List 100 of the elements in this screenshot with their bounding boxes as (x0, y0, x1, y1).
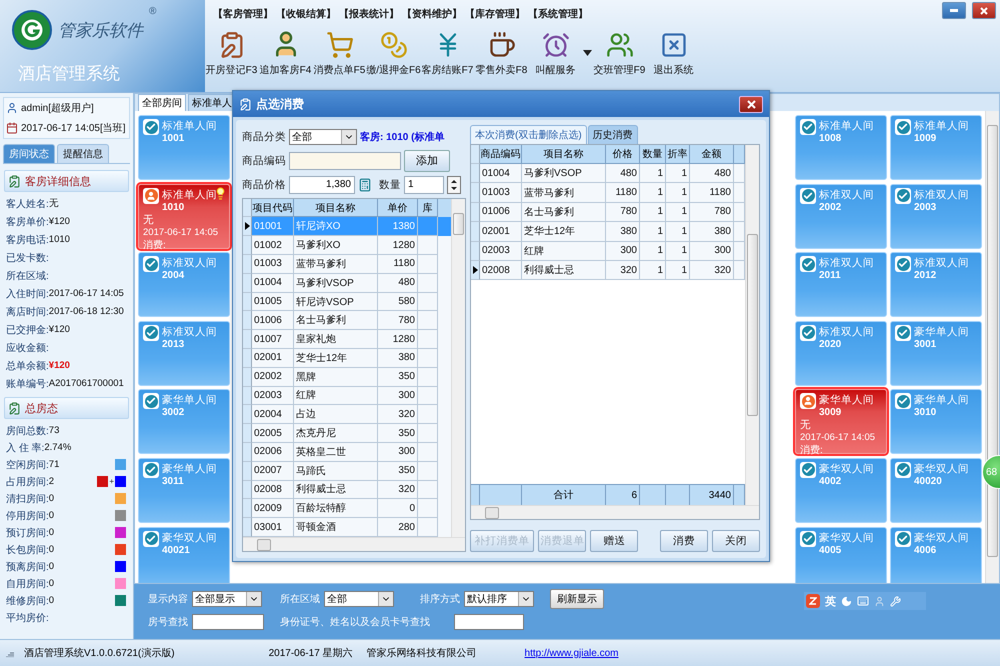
check-icon (143, 530, 159, 547)
menu-item[interactable]: 【系统管理】 (528, 7, 588, 23)
room-type: 豪华单人间 (914, 393, 969, 408)
toolbar-button[interactable]: 缴/退押金F6 (367, 31, 420, 77)
check-icon (895, 393, 911, 410)
table-row[interactable]: 03001 哥顿金酒 280 (243, 518, 451, 537)
table-row[interactable]: 01004 马爹利VSOP 480 1 1 480 (471, 164, 745, 184)
table-row[interactable]: 02007 马蹄氏 350 (243, 462, 451, 481)
add-button[interactable]: 添加 (404, 150, 450, 172)
price-field[interactable]: 1,380 (289, 176, 355, 194)
scrollbar[interactable] (745, 145, 759, 505)
toolbar-button[interactable]: 交班管理F9 (593, 31, 646, 77)
dialog-button[interactable]: 消费 (660, 530, 708, 552)
table-row[interactable]: 02008 利得威士忌 320 1 1 320 (471, 260, 745, 280)
website-link[interactable]: http://www.gjiale.com (524, 648, 618, 658)
tab[interactable]: 提醒信息 (57, 144, 109, 163)
toolbar-button[interactable]: 退出系统 (647, 31, 700, 77)
sort-select[interactable]: 默认排序 (464, 591, 534, 607)
info-value: 2017-06-18 12:30 (48, 306, 124, 317)
toolbar-button[interactable]: 零售外卖F8 (475, 31, 528, 77)
table-row[interactable]: 01004 马爹利VSOP 480 (243, 274, 451, 293)
toolbar-button[interactable]: 消费点单F5 (313, 31, 366, 77)
menu-item[interactable]: 【库存管理】 (465, 7, 525, 23)
room-card[interactable]: 标准单人间 1010 无 2017-06-17 14:05 消费: (138, 184, 230, 249)
room-type: 标准单人间 (162, 119, 217, 133)
scrollbar[interactable] (471, 505, 759, 519)
info-value: ¥120 (48, 216, 70, 227)
scrollbar[interactable] (243, 537, 465, 551)
info-value: A2017061700001 (48, 378, 124, 389)
calendar-icon (6, 122, 18, 134)
table-row[interactable]: 02009 百龄坛特醇 0 (243, 499, 451, 518)
room-number: 3001 (914, 338, 938, 350)
close-button[interactable] (972, 2, 996, 19)
minimize-button[interactable] (942, 2, 966, 19)
room-search-field[interactable] (192, 614, 264, 630)
clipboard-icon (8, 174, 21, 188)
dialog-button[interactable]: 关闭 (712, 530, 760, 552)
table-row[interactable]: 02005 杰克丹尼 350 (243, 424, 451, 443)
scrollbar[interactable] (985, 111, 999, 583)
close-button[interactable] (739, 96, 763, 112)
check-icon (800, 530, 816, 547)
id-search-field[interactable] (454, 614, 524, 630)
table-row[interactable]: 02004 占边 320 (243, 405, 451, 424)
table-row[interactable]: 02006 英格皇二世 300 (243, 442, 451, 462)
menu-item[interactable]: 【客房管理】 (213, 7, 273, 23)
menu-item[interactable]: 【收银结算】 (276, 7, 336, 23)
spinner-icon[interactable] (447, 176, 461, 194)
toolbar-button[interactable]: 追加客房F4 (259, 29, 312, 77)
room-number: 40021 (162, 544, 191, 556)
table-row[interactable]: 01003 蓝带马爹利 1180 1 1 1180 (471, 183, 745, 203)
table-row[interactable]: 01002 马爹利XO 1280 (243, 236, 451, 256)
table-row[interactable]: 02008 利得威士忌 320 (243, 480, 451, 500)
quantity-field[interactable]: 1 (404, 176, 444, 194)
table-row[interactable]: 01005 轩尼诗VSOP 580 (243, 292, 451, 312)
area-select[interactable]: 全部 (324, 591, 394, 607)
room-number: 2011 (819, 270, 842, 282)
dialog-button[interactable]: 赠送 (590, 530, 638, 552)
category-select[interactable]: 全部 (289, 128, 357, 144)
tab[interactable]: 本次消费(双击删除点选) (470, 125, 587, 144)
info-value: 71 (48, 459, 60, 470)
table-row[interactable]: 02001 芝华士12年 380 (243, 349, 451, 368)
toolbar-button[interactable]: 开房登记F3 (205, 31, 258, 77)
menu-item[interactable]: 【报表统计】 (339, 7, 399, 23)
caret-icon[interactable] (583, 50, 592, 56)
table-row[interactable]: 02001 芝华士12年 380 1 1 380 (471, 222, 745, 242)
settings-icon[interactable] (890, 596, 901, 606)
user-icon[interactable] (874, 596, 885, 606)
consumption-label: 消费: (800, 444, 824, 458)
info-value: 0 (48, 527, 54, 538)
calculator-icon[interactable] (358, 178, 372, 192)
note-icon (239, 98, 252, 110)
room-number: 3009 (819, 407, 842, 418)
person-icon (800, 393, 816, 410)
table-row[interactable]: 01007 皇家礼炮 1280 (243, 330, 451, 349)
info-label: 停用房间: (6, 510, 49, 522)
tab[interactable]: 历史消费 (588, 125, 638, 144)
moon-icon[interactable] (841, 596, 852, 606)
table-row[interactable]: 02003 红牌 300 1 1 300 (471, 242, 745, 261)
version-text: 酒店管理系统V1.0.0.6721(演示版) (24, 646, 175, 660)
table-row[interactable]: 01003 蓝带马爹利 1180 (243, 255, 451, 274)
code-input-field[interactable] (289, 152, 401, 170)
table-row[interactable]: 01006 名士马爹利 780 1 1 780 (471, 202, 745, 222)
info-value: 0 (48, 561, 54, 572)
table-row[interactable]: 01006 名士马爹利 780 (243, 311, 451, 330)
room-number: 2004 (162, 270, 186, 282)
tab[interactable]: 全部房间 (138, 94, 186, 111)
table-row[interactable]: 02002 黑牌 350 (243, 368, 451, 387)
display-select[interactable]: 全部显示 (192, 591, 262, 607)
refresh-button[interactable]: 刷新显示 (550, 589, 604, 609)
room-type: 标准双人间 (819, 324, 874, 339)
toolbar-button[interactable]: 客房结账F7 (421, 31, 474, 77)
toolbar-button[interactable]: 叫醒服务 (529, 31, 582, 77)
room-type: 豪华单人间 (162, 393, 217, 408)
date-text: 2017-06-17 星期六 (268, 646, 353, 660)
room-card[interactable]: 豪华单人间 3009 无 2017-06-17 14:05 消费: (795, 389, 887, 454)
keyboard-icon[interactable] (857, 595, 869, 607)
table-row[interactable]: 02003 红牌 300 (243, 386, 451, 406)
scrollbar[interactable] (451, 199, 465, 537)
menu-item[interactable]: 【资料维护】 (402, 7, 462, 23)
room-number: 3010 (914, 407, 938, 418)
